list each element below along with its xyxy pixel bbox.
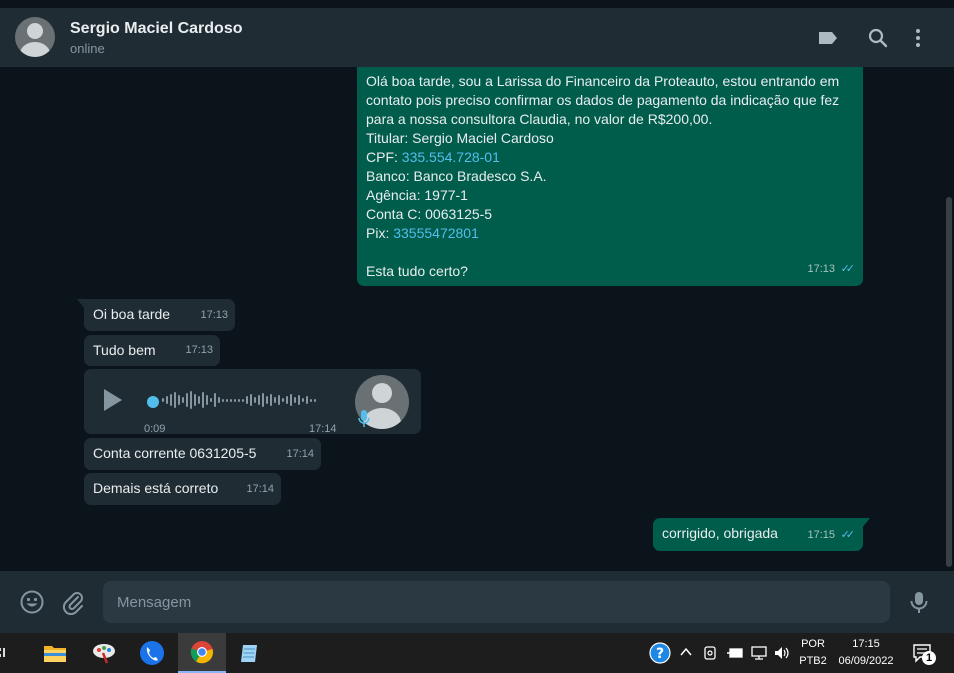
message-time: 17:14 [309, 423, 337, 435]
cpf-line: CPF: 335.554.728-01 [366, 148, 854, 167]
voice-message-bubble[interactable]: 0:09 17:14 [84, 369, 421, 435]
chrome-icon[interactable] [178, 633, 226, 673]
contact-name[interactable]: Sergio Maciel Cardoso [70, 20, 243, 38]
chat-scrollbar[interactable] [946, 197, 952, 567]
label-icon[interactable] [816, 26, 840, 50]
svg-text:?: ? [656, 646, 664, 662]
notification-count: 1 [925, 652, 933, 664]
contact-avatar[interactable] [15, 17, 55, 57]
clock-date[interactable]: 06/09/2022 [834, 655, 898, 667]
microphone-icon[interactable] [906, 589, 932, 615]
notepad-icon[interactable] [226, 633, 274, 673]
clock-time[interactable]: 17:15 [836, 638, 896, 650]
message-list[interactable]: Olá boa tarde, sou a Larissa do Financei… [0, 67, 954, 571]
message-time: 17:13 [200, 309, 228, 321]
message-text: Tudo bem [93, 342, 156, 358]
search-icon[interactable] [866, 26, 890, 50]
paint-icon[interactable] [80, 633, 128, 673]
message-line: Titular: Sergio Maciel Cardoso [366, 130, 554, 146]
cpf-label: CPF: [366, 149, 402, 165]
read-ticks-icon: ✓✓ [840, 263, 856, 275]
pix-phone-link[interactable]: 33555472801 [393, 225, 479, 241]
chat-header[interactable]: Sergio Maciel Cardoso online [0, 8, 954, 67]
message-input[interactable] [103, 581, 890, 623]
message-time: 17:14 [246, 483, 274, 495]
attach-icon[interactable] [60, 589, 86, 615]
message-line: Olá boa tarde, sou a Larissa do Financei… [366, 73, 840, 89]
windows-taskbar: ? POR PTB2 17:15 06/09/2022 1 [0, 633, 954, 673]
microphone-icon [358, 410, 370, 427]
battery-plug-icon[interactable] [726, 646, 744, 660]
composer-bar [0, 571, 954, 633]
message-bubble-incoming[interactable]: Demais está correto 17:14 [84, 473, 281, 505]
message-time: 17:15 [807, 529, 835, 541]
account-line: Conta C: 0063125-5 [366, 206, 493, 222]
message-text: Conta corrente 0631205-5 [93, 445, 257, 461]
message-text: Oi boa tarde [93, 306, 171, 322]
message-bubble-outgoing[interactable]: Olá boa tarde, sou a Larissa do Financei… [357, 67, 863, 286]
message-time: 17:14 [286, 448, 314, 460]
contact-status: online [70, 41, 105, 56]
message-line: para a nossa consultora Claudia, no valo… [366, 111, 713, 127]
voice-duration: 0:09 [144, 423, 166, 435]
read-ticks-icon: ✓✓ [840, 529, 856, 541]
message-bubble-outgoing[interactable]: corrigido, obrigada 17:15 ✓✓ [653, 518, 870, 551]
task-view-icon[interactable] [0, 633, 16, 673]
play-icon[interactable] [104, 389, 122, 411]
bank-line: Banco: Banco Bradesco S.A. [366, 168, 547, 184]
pix-label: Pix: [366, 225, 394, 241]
file-explorer-icon[interactable] [31, 633, 79, 673]
cpf-phone-link[interactable]: 335.554.728-01 [402, 149, 500, 165]
message-bubble-incoming[interactable]: Conta corrente 0631205-5 17:14 [84, 438, 321, 470]
pix-line: Pix: 33555472801 [366, 224, 854, 243]
voice-waveform[interactable] [162, 391, 316, 409]
agency-line: Agência: 1977-1 [366, 187, 468, 203]
message-time: 17:13 [185, 344, 213, 356]
emoji-icon[interactable] [19, 589, 45, 615]
message-text: Demais está correto [93, 480, 219, 496]
playback-position-dot[interactable] [147, 396, 159, 408]
device-icon[interactable] [703, 645, 717, 661]
phone-app-icon[interactable] [128, 633, 176, 673]
message-bubble-incoming[interactable]: Oi boa tarde 17:13 [77, 299, 235, 331]
closing-line: Esta tudo certo? [366, 263, 468, 279]
chevron-up-icon[interactable] [680, 647, 692, 657]
help-icon[interactable]: ? [649, 642, 671, 664]
input-language[interactable]: POR [798, 638, 828, 650]
keyboard-layout[interactable]: PTB2 [796, 655, 830, 667]
message-time: 17:13 [807, 263, 835, 275]
menu-icon[interactable] [906, 26, 930, 50]
message-line: contato pois preciso confirmar os dados … [366, 92, 840, 108]
network-icon[interactable] [750, 645, 768, 661]
message-bubble-incoming[interactable]: Tudo bem 17:13 [84, 335, 220, 366]
message-text: corrigido, obrigada [662, 525, 778, 541]
volume-icon[interactable] [773, 645, 791, 661]
